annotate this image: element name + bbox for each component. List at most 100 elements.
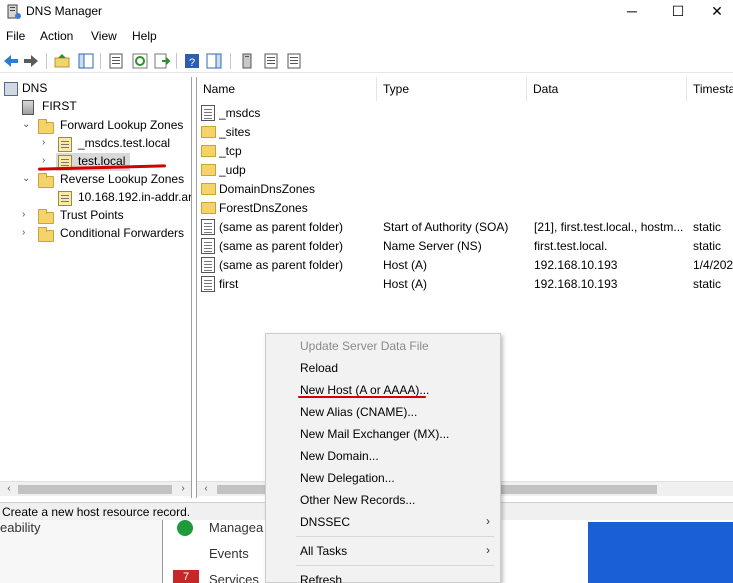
folder-icon bbox=[201, 164, 216, 176]
check-icon bbox=[177, 520, 193, 536]
toolbar: ? bbox=[0, 49, 733, 73]
close-button[interactable]: ✕ bbox=[701, 0, 733, 24]
menu-action[interactable]: Action bbox=[40, 29, 73, 43]
tree-horizontal-scrollbar[interactable]: ‹ › bbox=[0, 481, 191, 496]
background-services-label: Services bbox=[209, 572, 259, 583]
chevron-right-icon[interactable]: › bbox=[42, 136, 52, 150]
services-badge: 7 bbox=[173, 570, 199, 583]
zone-icon bbox=[58, 191, 72, 206]
menu-item-new-mail-exchanger[interactable]: New Mail Exchanger (MX)... bbox=[266, 423, 500, 445]
cell-type: Name Server (NS) bbox=[383, 239, 482, 253]
scrollbar-thumb[interactable] bbox=[18, 485, 172, 494]
menu-item-all-tasks[interactable]: All Tasks › bbox=[266, 540, 500, 562]
menu-item-other-new-records[interactable]: Other New Records... bbox=[266, 489, 500, 511]
menu-item-new-delegation[interactable]: New Delegation... bbox=[266, 467, 500, 489]
column-header-data[interactable]: Data bbox=[527, 77, 687, 101]
toolbar-separator bbox=[230, 53, 231, 69]
back-arrow-icon[interactable] bbox=[2, 52, 20, 70]
table-row[interactable]: _sites bbox=[197, 123, 733, 142]
menu-item-label: Refresh bbox=[300, 573, 343, 583]
cell-data: 192.168.10.193 bbox=[534, 277, 618, 291]
cell-timestamp: static bbox=[693, 277, 722, 291]
background-events-label: Events bbox=[209, 546, 249, 561]
background-blue-tile bbox=[588, 522, 733, 583]
menu-help[interactable]: Help bbox=[132, 29, 157, 43]
menu-item-dnssec[interactable]: DNSSEC › bbox=[266, 511, 500, 533]
table-row[interactable]: (same as parent folder) Host (A) 192.168.1… bbox=[197, 256, 733, 275]
record-icon bbox=[201, 219, 215, 235]
cell-name: _sites bbox=[219, 125, 251, 139]
table-row[interactable]: _tcp bbox=[197, 142, 733, 161]
dns-app-icon bbox=[6, 4, 22, 20]
chevron-down-icon[interactable]: ⌄ bbox=[22, 118, 32, 132]
folder-icon bbox=[38, 173, 54, 188]
cell-data: 192.168.10.193 bbox=[534, 258, 618, 272]
cell-name: first bbox=[219, 277, 239, 291]
record-icon bbox=[201, 105, 215, 121]
chevron-right-icon[interactable]: › bbox=[22, 208, 32, 222]
column-header-type[interactable]: Type bbox=[377, 77, 527, 101]
table-row[interactable]: ForestDnsZones bbox=[197, 199, 733, 218]
action-pane-icon[interactable] bbox=[205, 52, 223, 70]
table-row[interactable]: first Host (A) 192.168.10.193 static bbox=[197, 275, 733, 294]
cell-timestamp: static bbox=[693, 239, 722, 253]
maximize-button[interactable]: ☐ bbox=[655, 0, 701, 24]
folder-icon bbox=[201, 183, 216, 195]
chevron-right-icon[interactable]: › bbox=[42, 154, 52, 168]
dns-manager-window: DNS Manager ─ ☐ ✕ File Action View Help bbox=[0, 0, 733, 583]
tree-item-label: _msdcs.test.local bbox=[78, 136, 171, 150]
menu-item-new-alias[interactable]: New Alias (CNAME)... bbox=[266, 401, 500, 423]
export-list-icon[interactable] bbox=[153, 52, 171, 70]
menu-item-label: Other New Records... bbox=[300, 493, 416, 507]
menu-item-reload[interactable]: Reload bbox=[266, 357, 500, 379]
menu-item-label: New Host (A or AAAA)... bbox=[300, 383, 430, 397]
menu-item-new-domain[interactable]: New Domain... bbox=[266, 445, 500, 467]
menu-bar: File Action View Help bbox=[0, 26, 733, 46]
window-title: DNS Manager bbox=[26, 4, 103, 18]
help-icon[interactable]: ? bbox=[183, 52, 201, 70]
menu-view[interactable]: View bbox=[91, 29, 117, 43]
server-icon[interactable] bbox=[238, 52, 256, 70]
cell-name: (same as parent folder) bbox=[219, 258, 344, 272]
title-bar: DNS Manager ─ ☐ ✕ bbox=[0, 0, 733, 24]
table-row[interactable]: _udp bbox=[197, 161, 733, 180]
cell-type: Start of Authority (SOA) bbox=[383, 220, 509, 234]
cell-name: DomainDnsZones bbox=[219, 182, 316, 196]
up-folder-icon[interactable] bbox=[53, 52, 71, 70]
scroll-left-icon[interactable]: ‹ bbox=[199, 482, 213, 497]
show-tree-icon[interactable] bbox=[77, 52, 95, 70]
properties-icon[interactable] bbox=[107, 52, 125, 70]
svg-text:?: ? bbox=[189, 57, 195, 69]
zone-icon bbox=[58, 137, 72, 152]
cell-data: first.test.local. bbox=[534, 239, 608, 253]
scroll-left-icon[interactable]: ‹ bbox=[2, 482, 16, 497]
menu-item-label: Update Server Data File bbox=[300, 339, 429, 353]
menu-item-update-server-data-file: Update Server Data File bbox=[266, 335, 500, 357]
chevron-right-icon[interactable]: › bbox=[22, 226, 32, 240]
minimize-button[interactable]: ─ bbox=[609, 0, 655, 24]
record-list-icon[interactable] bbox=[262, 52, 280, 70]
scroll-right-icon[interactable]: › bbox=[176, 482, 190, 497]
menu-separator bbox=[296, 565, 494, 566]
menu-file[interactable]: File bbox=[6, 29, 25, 43]
zone-list-icon[interactable] bbox=[285, 52, 303, 70]
record-icon bbox=[201, 257, 215, 273]
tree-item-label: FIRST bbox=[42, 99, 77, 113]
status-text: Create a new host resource record. bbox=[2, 505, 191, 519]
record-icon bbox=[201, 276, 215, 292]
cell-name: (same as parent folder) bbox=[219, 220, 344, 234]
forward-arrow-icon[interactable] bbox=[22, 52, 40, 70]
table-row[interactable]: _msdcs bbox=[197, 104, 733, 123]
submenu-arrow-icon: › bbox=[486, 514, 490, 528]
record-icon bbox=[201, 238, 215, 254]
menu-item-label: All Tasks bbox=[300, 544, 348, 558]
table-row[interactable]: DomainDnsZones bbox=[197, 180, 733, 199]
column-header-name[interactable]: Name bbox=[197, 77, 377, 101]
menu-item-refresh[interactable]: Refresh bbox=[266, 569, 500, 583]
chevron-down-icon[interactable]: ⌄ bbox=[22, 172, 32, 186]
table-row[interactable]: (same as parent folder) Start of Authorit… bbox=[197, 218, 733, 237]
column-header-timestamp[interactable]: Timestamp bbox=[687, 77, 733, 101]
table-row[interactable]: (same as parent folder) Name Server (NS) f… bbox=[197, 237, 733, 256]
refresh-icon[interactable] bbox=[131, 52, 149, 70]
folder-icon bbox=[201, 145, 216, 157]
